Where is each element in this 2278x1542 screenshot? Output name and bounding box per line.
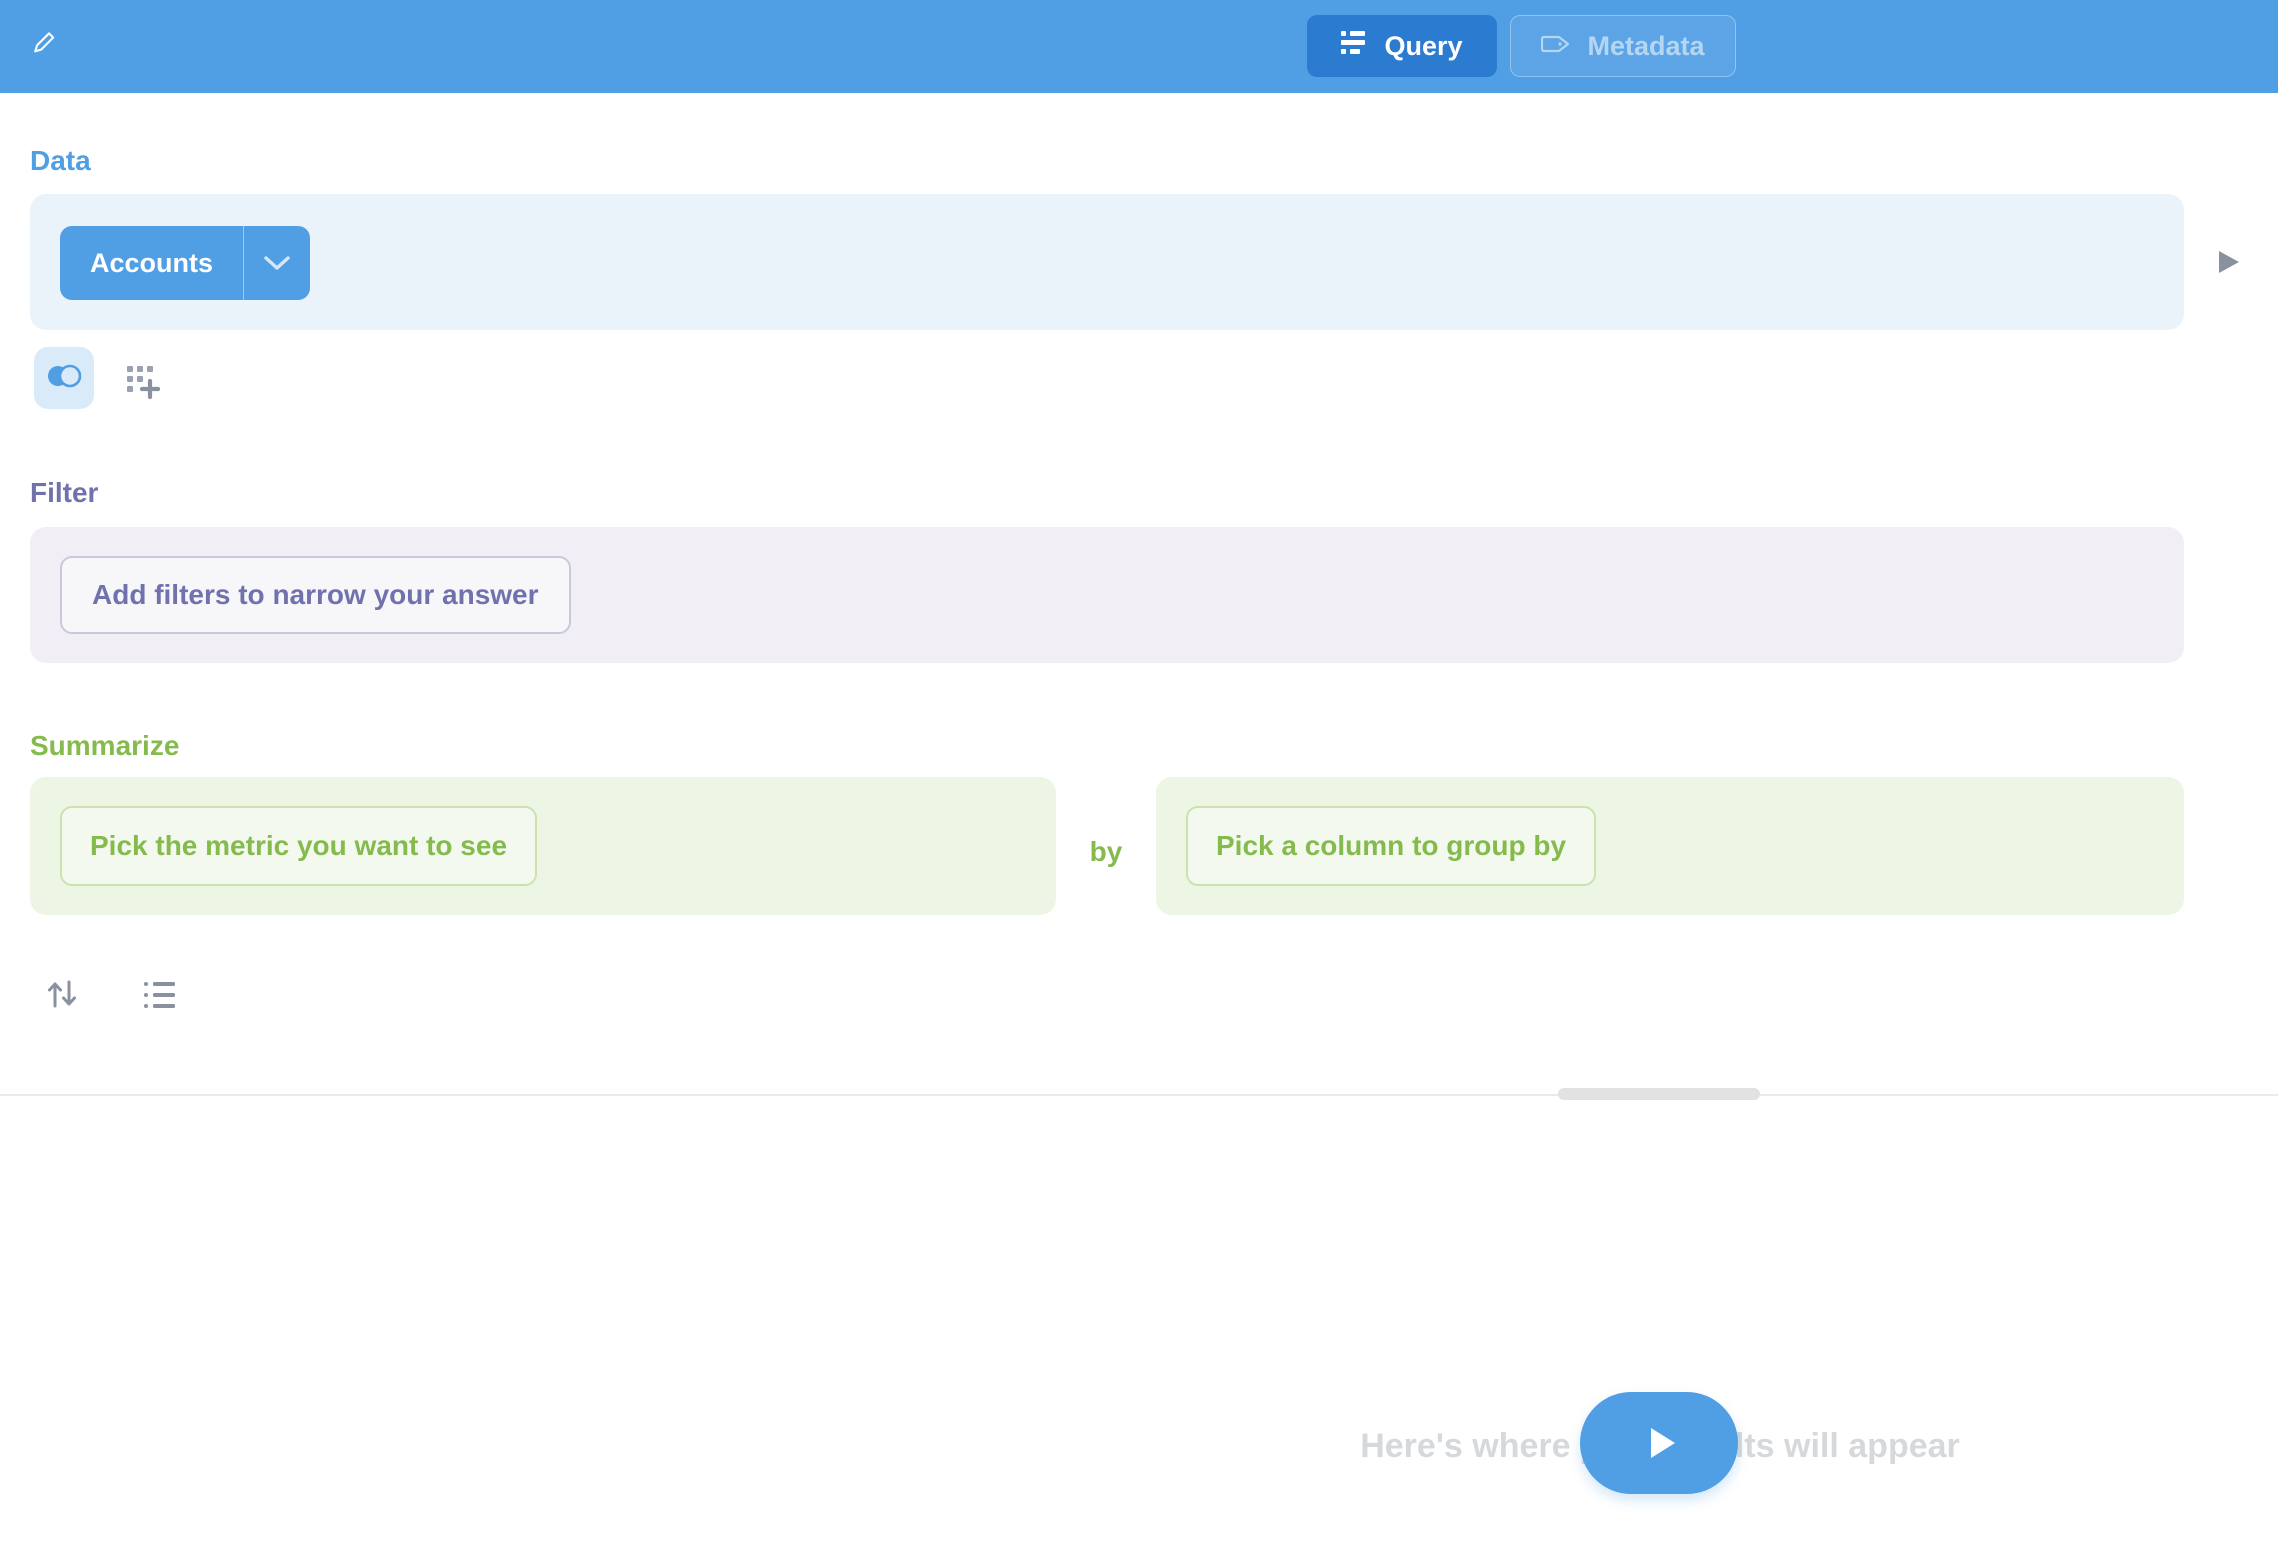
join-data-icon — [46, 362, 82, 395]
resize-drag-handle[interactable] — [1558, 1088, 1760, 1100]
custom-column-icon — [126, 386, 160, 403]
summarize-section-label: Summarize — [30, 730, 179, 762]
pick-groupby-column-button[interactable]: Pick a column to group by — [1186, 806, 1596, 886]
tab-query[interactable]: Query — [1307, 15, 1497, 77]
pick-groupby-column-button-label: Pick a column to group by — [1216, 830, 1566, 862]
preview-play-icon[interactable] — [2219, 251, 2239, 273]
run-play-icon — [1651, 1428, 1675, 1458]
tag-icon — [1541, 31, 1571, 62]
tab-metadata-label: Metadata — [1587, 31, 1704, 62]
header-bar: Query Metadata — [0, 0, 2278, 93]
custom-column-button[interactable] — [126, 365, 160, 399]
data-step-panel: Accounts — [30, 194, 2184, 330]
data-source-label: Accounts — [60, 226, 243, 300]
row-limit-icon — [144, 995, 176, 1012]
add-filter-button[interactable]: Add filters to narrow your answer — [60, 556, 571, 634]
run-query-button[interactable] — [1580, 1392, 1738, 1494]
add-filter-button-label: Add filters to narrow your answer — [92, 579, 539, 611]
editor-results-divider — [0, 1094, 2278, 1096]
group-by-connector-label: by — [1056, 836, 1156, 868]
tab-query-label: Query — [1384, 31, 1462, 62]
notebook-list-icon — [1341, 31, 1368, 62]
filter-step-panel: Add filters to narrow your answer — [30, 527, 2184, 663]
join-data-button[interactable] — [34, 347, 94, 409]
summarize-metric-panel: Pick the metric you want to see — [30, 777, 1056, 915]
row-limit-button[interactable] — [144, 982, 176, 1008]
query-builder-page: Query Metadata Data Accounts — [0, 0, 2278, 1542]
tab-metadata[interactable]: Metadata — [1510, 15, 1736, 77]
data-section-label: Data — [30, 145, 91, 177]
pencil-icon[interactable] — [30, 27, 58, 57]
summarize-groupby-panel: Pick a column to group by — [1156, 777, 2184, 915]
pick-metric-button-label: Pick the metric you want to see — [90, 830, 507, 862]
chevron-down-icon[interactable] — [244, 226, 310, 300]
pick-metric-button[interactable]: Pick the metric you want to see — [60, 806, 537, 886]
sort-button[interactable] — [46, 978, 80, 1010]
data-source-button[interactable]: Accounts — [60, 226, 310, 300]
filter-section-label: Filter — [30, 477, 98, 509]
sort-arrows-icon — [46, 997, 80, 1014]
